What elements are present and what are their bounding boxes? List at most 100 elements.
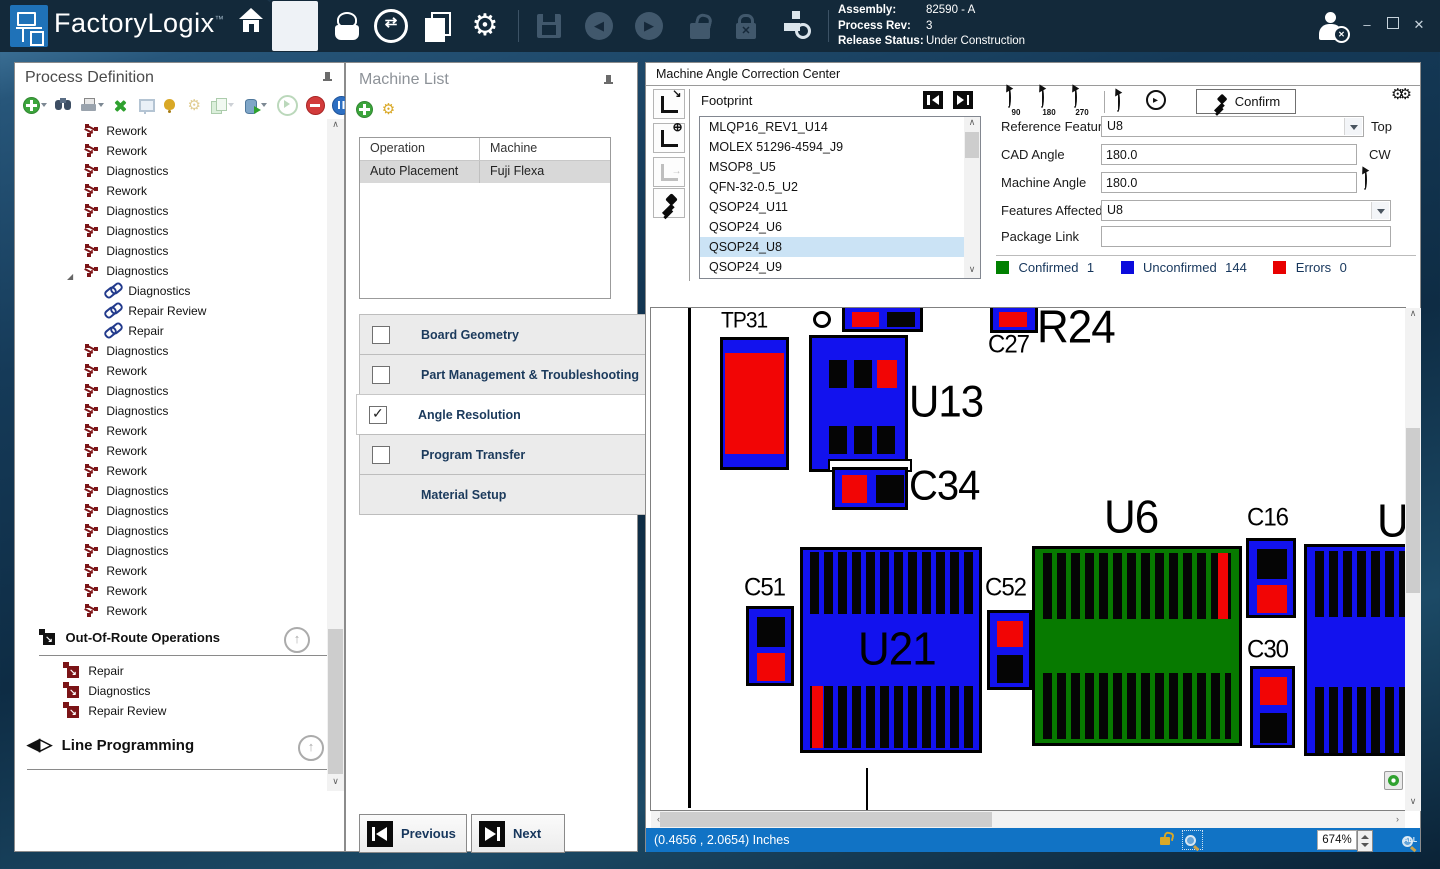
home-button[interactable] [234, 8, 268, 44]
tree-operation-item[interactable]: ◢ Diagnostics [15, 221, 325, 241]
scroll-down-icon[interactable]: ∨ [964, 264, 980, 278]
column-operation[interactable]: Operation [360, 138, 480, 160]
scrollbar-thumb[interactable] [965, 132, 979, 158]
previous-button[interactable]: Previous [359, 814, 467, 853]
promote-icon[interactable]: ↑ [284, 627, 310, 653]
confirm-button[interactable]: Confirm [1196, 89, 1296, 114]
tree-operation-item[interactable]: ◢ Rework [15, 141, 325, 161]
layer-toggle-button[interactable] [1384, 771, 1403, 790]
footprint-item[interactable]: QSOP24_U8 [700, 237, 964, 257]
rotate-270-button[interactable]: 270 [1067, 89, 1097, 115]
out-of-route-item[interactable]: Repair [63, 661, 323, 681]
scrollbar-thumb[interactable] [1406, 428, 1420, 593]
column-machine[interactable]: Machine [480, 138, 610, 160]
pcb-component-top-cut[interactable] [842, 307, 923, 332]
tree-operation-item[interactable]: ◢ Diagnostics [15, 401, 325, 421]
user-logout-button[interactable]: ✕ [1314, 8, 1348, 44]
forward-button[interactable]: ▶ [633, 8, 665, 44]
presentation-icon[interactable] [137, 97, 154, 114]
pin-icon[interactable] [323, 72, 332, 86]
scrollbar-thumb[interactable] [660, 812, 992, 827]
machine-table-row[interactable]: Auto Placement Fuji Flexa [360, 161, 610, 183]
machine-angle-input[interactable] [1101, 172, 1357, 193]
documents-button[interactable] [420, 8, 456, 44]
pcb-component-c16[interactable] [1246, 538, 1296, 618]
rotate-180-button[interactable]: 180 [1034, 89, 1064, 115]
pin-confirm-button[interactable] [653, 188, 685, 218]
scroll-up-icon[interactable]: ∧ [964, 117, 980, 131]
wizard-step[interactable]: Board Geometry [359, 314, 650, 355]
copy-icon[interactable] [210, 97, 227, 114]
tree-scrollbar[interactable]: ∧ ∨ [327, 119, 344, 791]
wizard-step[interactable]: Program Transfer [359, 434, 650, 475]
materials-button[interactable] [330, 8, 362, 44]
first-footprint-button[interactable] [923, 91, 943, 109]
settings-button[interactable]: ⚙ [466, 8, 504, 44]
angle-transfer-button[interactable] [653, 157, 685, 187]
pcb-component-c30[interactable] [1250, 666, 1295, 748]
process-search-button[interactable] [780, 8, 816, 44]
rotate-once-button[interactable] [1116, 93, 1120, 111]
pcb-component-c51[interactable] [746, 606, 794, 686]
close-button[interactable]: ✕ [1410, 17, 1428, 35]
scroll-right-icon[interactable]: › [1390, 811, 1405, 828]
unlock-button[interactable] [686, 8, 714, 44]
tree-operation-item[interactable]: ◢ Diagnostics [15, 541, 325, 561]
pcb-component-u13[interactable] [809, 335, 908, 472]
footprint-scrollbar[interactable]: ∧ ∨ [964, 117, 980, 278]
zoom-lock-icon[interactable] [1159, 832, 1172, 845]
tree-operation-item[interactable]: ◢ Rework [15, 601, 325, 621]
angle-correct-button[interactable] [653, 89, 685, 119]
tree-operation-item[interactable]: ◢ Diagnostics [15, 481, 325, 501]
tree-operation-item[interactable]: ◢ Rework [15, 561, 325, 581]
wizard-step[interactable]: Part Management & Troubleshooting [359, 354, 650, 395]
footprint-item[interactable]: MLQP16_REV1_U14 [700, 117, 964, 137]
run-icon[interactable] [277, 95, 298, 116]
scroll-down-icon[interactable]: ∨ [1405, 796, 1421, 811]
angle-add-button[interactable] [653, 123, 685, 153]
gear-icon[interactable]: ⚙ [186, 97, 203, 114]
next-button[interactable]: Next [471, 814, 565, 853]
refresh-angle-button[interactable] [1363, 171, 1381, 189]
footprint-item[interactable]: QFN-32-0.5_U2 [700, 177, 964, 197]
tree-operation-item[interactable]: ◢ Rework [15, 121, 325, 141]
canvas-vscrollbar[interactable]: ∧ ∨ [1405, 308, 1421, 811]
tree-operation-item[interactable]: ◢ Diagnostics [15, 161, 325, 181]
step-checkbox[interactable] [372, 446, 390, 464]
stop-icon[interactable] [306, 96, 325, 115]
reference-feature-dropdown[interactable]: U8 [1101, 116, 1364, 137]
footprint-item[interactable]: MSOP8_U5 [700, 157, 964, 177]
pcb-component-c27[interactable] [990, 307, 1038, 333]
pcb-component-c52[interactable] [987, 610, 1032, 690]
pcb-component-u6[interactable] [1032, 546, 1242, 746]
scroll-down-icon[interactable]: ∨ [327, 776, 344, 791]
pcb-component-u21[interactable]: U21 [800, 547, 982, 753]
promote-icon[interactable]: ↑ [298, 735, 324, 761]
zoom-spinner[interactable] [1357, 830, 1373, 852]
zoom-window-icon[interactable] [1182, 830, 1203, 850]
step-checkbox[interactable] [372, 326, 390, 344]
reset-rotation-button[interactable]: ▸ [1146, 90, 1166, 110]
tree-operation-item[interactable]: ◢ Rework [15, 461, 325, 481]
bell-icon[interactable] [161, 97, 178, 114]
features-affected-dropdown[interactable]: U8 [1101, 200, 1391, 221]
find-icon[interactable] [55, 97, 72, 114]
footprint-item[interactable]: QSOP24_U9 [700, 257, 964, 277]
tree-operation-item[interactable]: ◢ Diagnostics [15, 521, 325, 541]
add-operation-icon[interactable] [23, 97, 40, 114]
wizard-step[interactable]: Material Setup [359, 474, 650, 515]
back-button[interactable]: ◀ [583, 8, 615, 44]
out-of-route-item[interactable]: Repair Review [63, 701, 323, 721]
out-of-route-item[interactable]: Diagnostics [63, 681, 323, 701]
footprint-item[interactable]: QSOP24_U11 [700, 197, 964, 217]
minimize-button[interactable]: – [1358, 17, 1376, 35]
connector-icon[interactable] [112, 97, 129, 114]
scroll-up-icon[interactable]: ∧ [1405, 308, 1421, 323]
tree-operation-item[interactable]: ◢ Repair [15, 321, 325, 341]
database-export-icon[interactable] [243, 97, 260, 114]
scrollbar-thumb[interactable] [328, 629, 343, 774]
pin-icon[interactable] [604, 75, 613, 89]
tree-operation-item[interactable]: ◢ Diagnostics [15, 501, 325, 521]
machine-gear-icon[interactable]: ⚙ [380, 101, 397, 118]
angle-settings-gears-icon[interactable]: ⚙⚙ [1391, 85, 1406, 103]
